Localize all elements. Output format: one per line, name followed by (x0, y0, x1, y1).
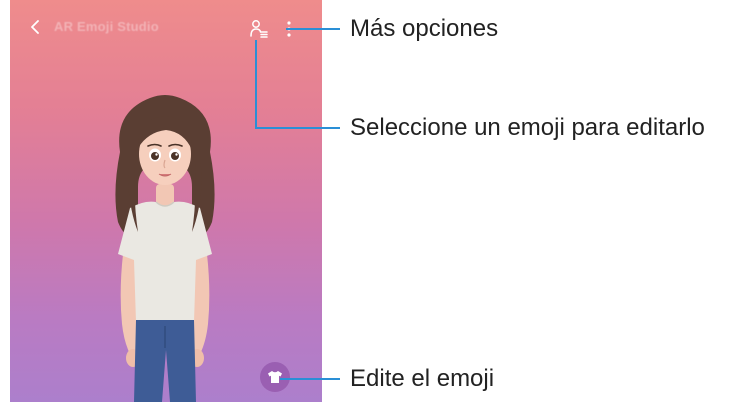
select-emoji-button[interactable] (250, 19, 268, 39)
chevron-left-icon (31, 20, 39, 34)
tshirt-icon (268, 371, 282, 383)
phone-screen: AR Emoji Studio (10, 0, 322, 402)
select-emoji-label: Seleccione un emoji para editarlo (350, 114, 705, 141)
back-button[interactable] (24, 16, 46, 38)
app-title: AR Emoji Studio (54, 19, 159, 34)
select-emoji-callout-line-vertical (255, 40, 257, 129)
figure: AR Emoji Studio Más opciones Seleccione … (0, 0, 736, 403)
edit-emoji-callout-line (280, 378, 340, 380)
more-options-callout-line (286, 28, 340, 30)
person-list-icon (250, 20, 268, 38)
more-options-label: Más opciones (350, 15, 499, 42)
edit-emoji-label: Edite el emoji (350, 365, 495, 392)
edit-emoji-button[interactable] (260, 362, 290, 392)
top-bar: AR Emoji Studio (10, 0, 322, 56)
select-emoji-callout-line-horizontal (255, 127, 340, 129)
avatar-emoji[interactable] (100, 92, 230, 402)
